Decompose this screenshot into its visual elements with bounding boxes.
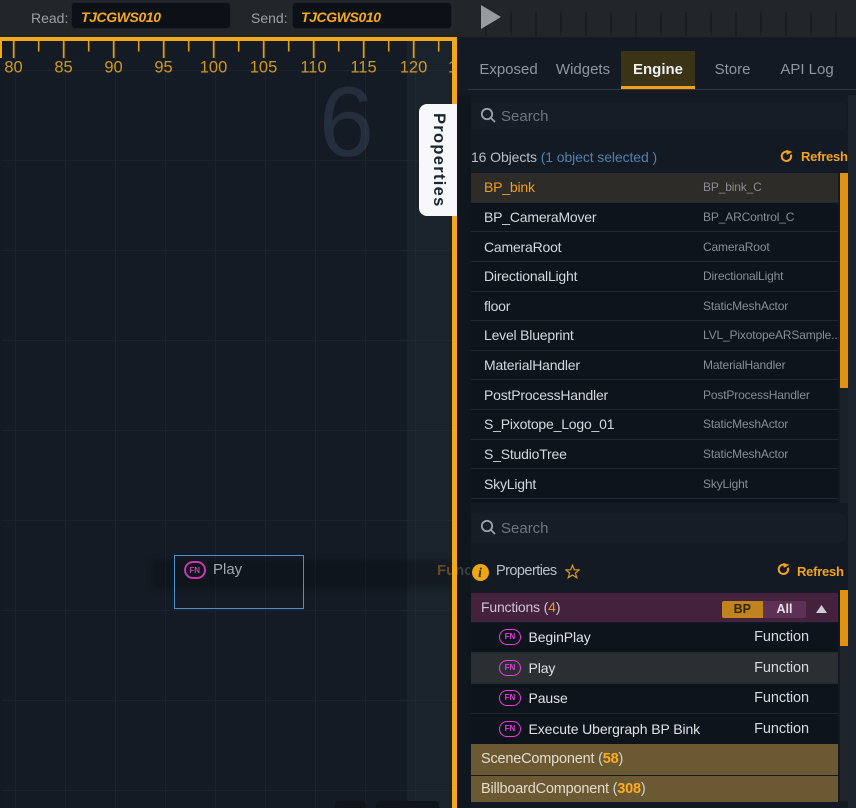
svg-text:95: 95 — [154, 59, 172, 77]
svg-text:85: 85 — [54, 59, 72, 77]
svg-text:80: 80 — [4, 59, 22, 77]
svg-text:90: 90 — [104, 59, 122, 77]
svg-text:100: 100 — [200, 59, 228, 77]
svg-text:105: 105 — [250, 59, 278, 77]
